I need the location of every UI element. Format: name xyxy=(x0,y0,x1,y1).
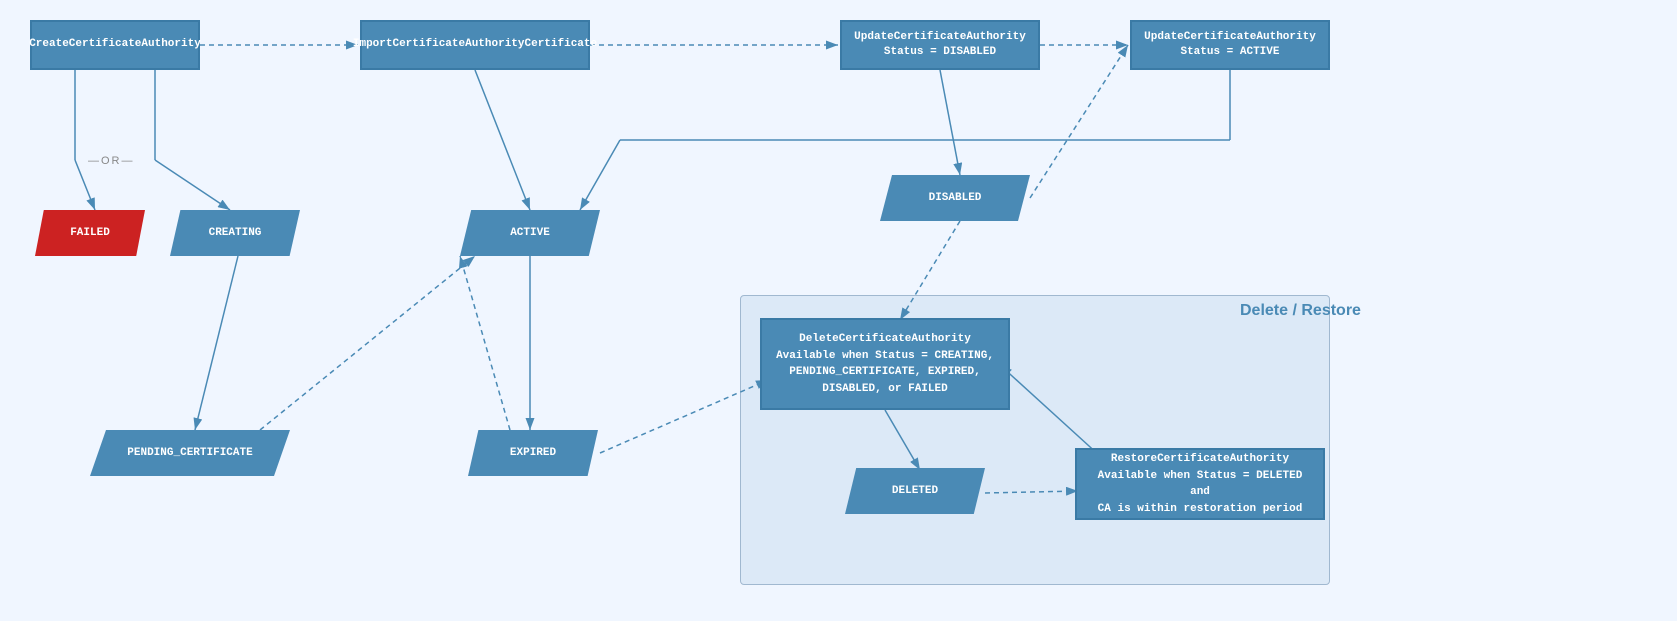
failed-state: FAILED xyxy=(35,210,145,256)
pending-certificate-state: PENDING_CERTIFICATE xyxy=(90,430,290,476)
create-ca-node: CreateCertificateAuthority xyxy=(30,20,200,70)
update-active-node: UpdateCertificateAuthorityStatus = ACTIV… xyxy=(1130,20,1330,70)
update-disabled-node: UpdateCertificateAuthorityStatus = DISAB… xyxy=(840,20,1040,70)
restore-ca-node: RestoreCertificateAuthorityAvailable whe… xyxy=(1075,448,1325,520)
or-label: —OR— xyxy=(88,155,135,167)
delete-restore-label: Delete / Restore xyxy=(1240,302,1361,320)
diagram-container: Delete / Restore xyxy=(0,0,1677,621)
active-state: ACTIVE xyxy=(460,210,600,256)
expired-state: EXPIRED xyxy=(468,430,598,476)
delete-ca-node: DeleteCertificateAuthorityAvailable when… xyxy=(760,318,1010,410)
import-ca-node: ImportCertificateAuthorityCertificate xyxy=(360,20,590,70)
creating-state: CREATING xyxy=(170,210,300,256)
disabled-state: DISABLED xyxy=(880,175,1030,221)
deleted-state: DELETED xyxy=(845,468,985,514)
